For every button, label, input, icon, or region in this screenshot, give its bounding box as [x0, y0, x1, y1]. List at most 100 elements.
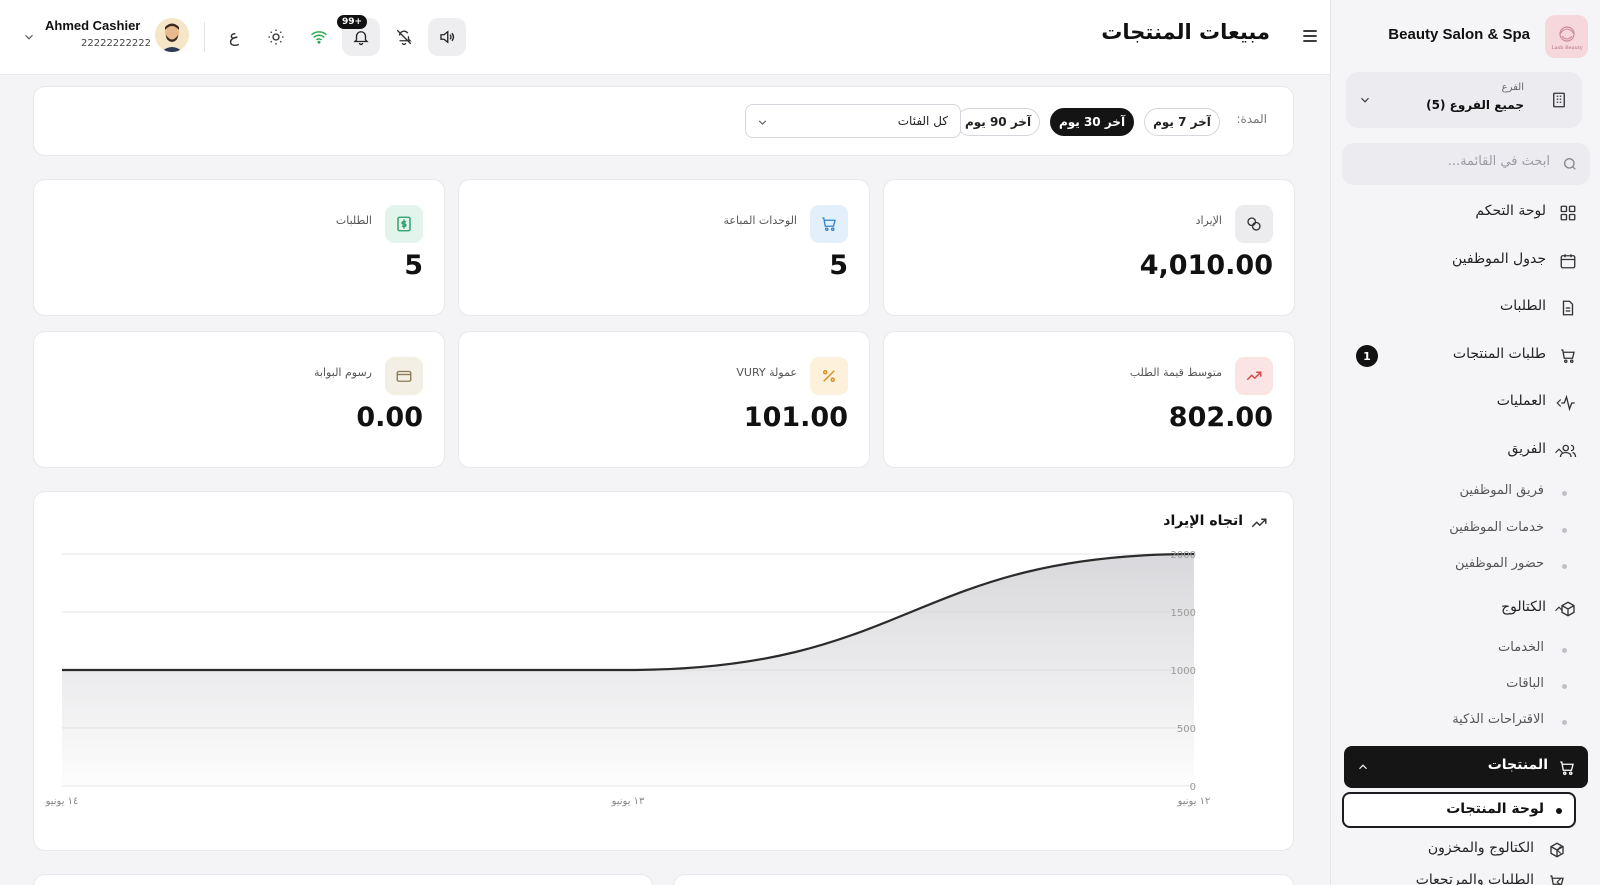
trend-up-icon [1235, 357, 1273, 395]
sidebar-search[interactable] [1342, 143, 1590, 185]
user-name[interactable]: Ahmed Cashier [45, 18, 140, 33]
sidebar-subitem-staff-team[interactable]: فريق الموظفين [1331, 477, 1600, 507]
y-tick-label: 2000 [1171, 550, 1196, 561]
sidebar-subitem-label: خدمات الموظفين [1449, 520, 1544, 535]
x-tick-label: ١٢ يونيو [1177, 796, 1211, 807]
user-phone: 22222222222 [81, 38, 151, 49]
chevron-down-icon[interactable] [22, 30, 36, 44]
branch-selector[interactable]: الفرع جميع الفروع (5) [1346, 72, 1582, 128]
bell-icon [352, 28, 370, 46]
brand-logo[interactable]: Lash Beauty [1545, 15, 1588, 58]
wifi-icon [310, 28, 328, 46]
sidebar-item-label: لوحة التحكم [1475, 203, 1546, 219]
theme-toggle-button[interactable] [257, 18, 295, 56]
stat-card-units-sold: الوحدات المباعة 5 [458, 179, 870, 316]
sidebar-item-label: الكتالوج والمخزون [1427, 840, 1534, 856]
chevron-left-icon [1552, 843, 1566, 857]
dashboard-icon [1559, 204, 1577, 222]
dollar-icon [385, 205, 423, 243]
period-7-days[interactable]: آخر 7 يوم [1144, 108, 1220, 136]
calendar-icon [1559, 252, 1577, 270]
avatar[interactable] [155, 18, 189, 52]
sidebar-item-orders[interactable]: الطلبات [1331, 290, 1600, 326]
stat-card-avg-order-value: متوسط قيمة الطلب 802.00 [883, 331, 1295, 468]
cart-icon [810, 205, 848, 243]
sidebar-item-label: جدول الموظفين [1452, 251, 1546, 267]
sidebar: Lash Beauty Beauty Salon & Spa الفرع جمي… [1330, 0, 1600, 885]
brand-name: Beauty Salon & Spa [1388, 26, 1530, 43]
bottom-card-left [33, 874, 653, 885]
mute-notifications-button[interactable] [385, 18, 423, 56]
sidebar-item-dashboard[interactable]: لوحة التحكم [1331, 195, 1600, 231]
stat-label: الوحدات المباعة [723, 214, 797, 227]
stat-value: 101.00 [743, 402, 848, 433]
sidebar-subitem-staff-attendance[interactable]: حضور الموظفين [1331, 550, 1600, 580]
language-toggle-button[interactable]: ع [215, 18, 253, 56]
sidebar-subitem-label: فريق الموظفين [1459, 483, 1544, 498]
sidebar-subitem-label: الباقات [1506, 676, 1544, 691]
stat-label: الطلبات [335, 214, 372, 227]
page-title: مبيعات المنتجات [1101, 20, 1270, 44]
stat-label: عمولة VURY [736, 366, 797, 379]
sidebar-subitem-label: حضور الموظفين [1455, 556, 1544, 571]
sidebar-subitem-products-dashboard[interactable]: لوحة المنتجات [1342, 792, 1576, 828]
building-icon [1550, 91, 1568, 109]
svg-text:Lash Beauty: Lash Beauty [1551, 45, 1583, 51]
revenue-trend-chart: اتجاه الإيراد 0 500 1000 1500 2000 ١٢ يونيو ١٣… [33, 491, 1294, 851]
sidebar-item-operations[interactable]: العمليات [1331, 385, 1600, 421]
sidebar-item-label: المنتجات [1487, 757, 1548, 773]
sidebar-item-orders-returns[interactable]: الطلبات والمرتجعات [1331, 864, 1600, 885]
chevron-left-icon [1552, 875, 1566, 885]
sidebar-subitem-packages[interactable]: الباقات [1331, 670, 1600, 700]
chevron-up-icon [1356, 760, 1370, 774]
speaker-icon [438, 28, 456, 46]
sidebar-item-team[interactable]: الفريق [1331, 433, 1600, 469]
stat-label: متوسط قيمة الطلب [1129, 366, 1222, 379]
stat-value: 802.00 [1168, 402, 1273, 433]
sound-button[interactable] [428, 18, 466, 56]
sidebar-item-products[interactable]: المنتجات [1344, 746, 1588, 788]
y-tick-label: 1000 [1171, 666, 1196, 677]
period-90-days[interactable]: آخر 90 يوم [956, 108, 1040, 136]
branch-value: جميع الفروع (5) [1426, 98, 1524, 112]
bottom-card-right [673, 874, 1294, 885]
chevron-down-icon [756, 116, 769, 129]
sidebar-subitem-label: لوحة المنتجات [1446, 801, 1544, 817]
branch-label: الفرع [1501, 82, 1524, 93]
sidebar-subitem-label: الاقتراحات الذكية [1452, 712, 1544, 727]
bullet-icon [1562, 648, 1567, 653]
stat-value: 5 [829, 250, 848, 281]
period-30-days[interactable]: آخر 30 يوم [1050, 108, 1134, 136]
sidebar-item-product-orders[interactable]: طلبات المنتجات 1 [1331, 338, 1600, 374]
menu-icon[interactable] [1300, 26, 1320, 46]
sidebar-item-catalog[interactable]: الكتالوج [1331, 591, 1600, 627]
sidebar-subitem-staff-services[interactable]: خدمات الموظفين [1331, 514, 1600, 544]
stat-label: الإيراد [1195, 214, 1222, 227]
sidebar-item-catalog-inventory[interactable]: الكتالوج والمخزون [1331, 832, 1600, 868]
chevron-up-icon [1552, 444, 1566, 458]
header-divider [204, 22, 205, 52]
top-header: مبيعات المنتجات +99 ع Ahmed Cashier 2222… [0, 0, 1330, 75]
sun-icon [267, 28, 285, 46]
link-icon [1235, 205, 1273, 243]
period-label: المدة: [1236, 112, 1267, 126]
chevron-up-icon [1552, 602, 1566, 616]
x-tick-label: ١٣ يونيو [611, 796, 645, 807]
bullet-icon [1562, 564, 1567, 569]
connection-status [300, 18, 338, 56]
notification-count-badge: +99 [337, 15, 368, 29]
percent-icon [810, 357, 848, 395]
y-tick-label: 1500 [1171, 608, 1196, 619]
bullet-icon [1556, 808, 1562, 814]
category-select[interactable]: كل الفئات [745, 104, 961, 138]
x-tick-label: ١٤ يونيو [45, 796, 79, 807]
sidebar-subitem-label: الخدمات [1498, 640, 1544, 655]
sidebar-subitem-smart-suggestions[interactable]: الاقتراحات الذكية [1331, 706, 1600, 736]
notifications-button[interactable]: +99 [337, 15, 380, 56]
filter-bar: المدة: آخر 7 يوم آخر 30 يوم آخر 90 يوم ك… [33, 86, 1294, 156]
sidebar-search-input[interactable] [1360, 154, 1550, 169]
bullet-icon [1562, 720, 1567, 725]
sidebar-item-label: الفريق [1507, 441, 1546, 457]
sidebar-subitem-services[interactable]: الخدمات [1331, 634, 1600, 664]
sidebar-item-staff-schedule[interactable]: جدول الموظفين [1331, 243, 1600, 279]
